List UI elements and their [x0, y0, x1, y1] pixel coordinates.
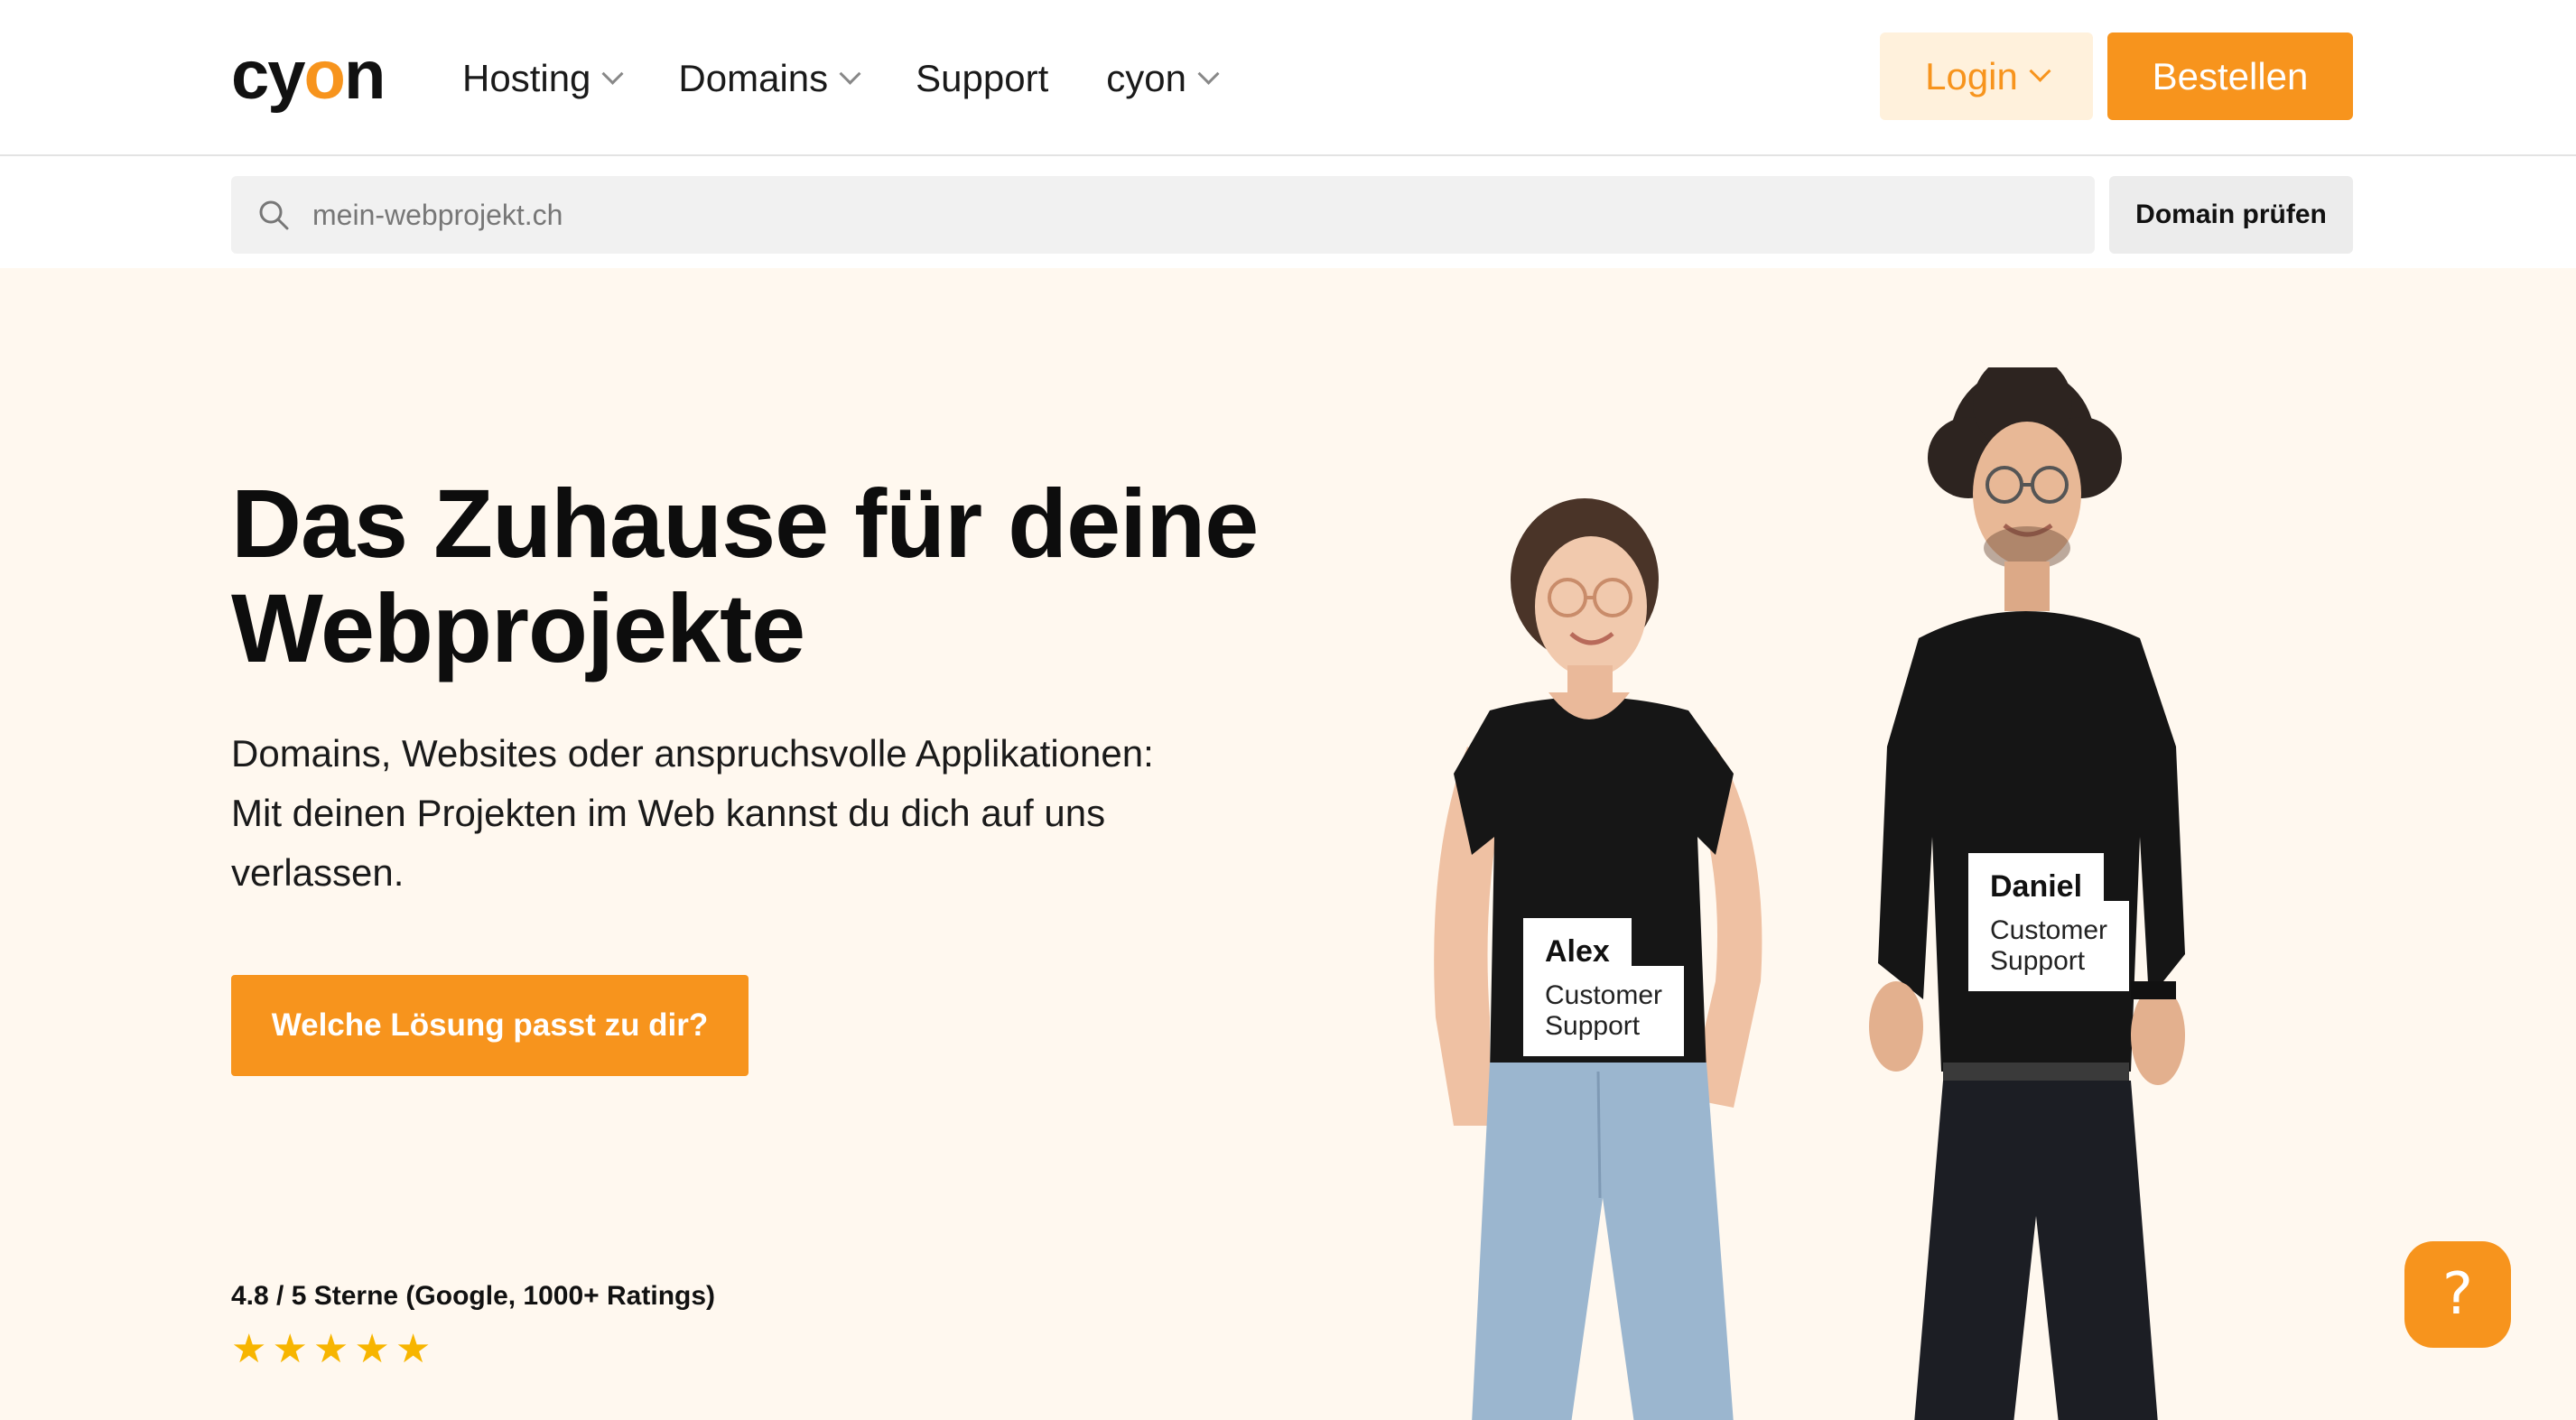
- login-label: Login: [1925, 54, 2018, 97]
- rating-stars: ★ ★ ★ ★ ★: [231, 1330, 431, 1369]
- nav-item-cyon[interactable]: cyon: [1106, 50, 1220, 107]
- help-button[interactable]: ?: [2404, 1241, 2511, 1348]
- domain-search-bar: Domain prüfen: [0, 156, 2576, 268]
- person-role: Customer Support: [1523, 966, 1685, 1056]
- star-icon: ★: [231, 1327, 267, 1371]
- chevron-down-icon: [601, 62, 624, 85]
- chevron-down-icon: [839, 62, 861, 85]
- solution-finder-button[interactable]: Welche Lösung passt zu dir?: [231, 975, 749, 1076]
- login-button[interactable]: Login: [1880, 32, 2093, 120]
- site-header: cyon Hosting Domains Support cyon Login …: [0, 0, 2576, 156]
- nav-item-hosting[interactable]: Hosting: [462, 50, 624, 107]
- search-field-wrapper[interactable]: [231, 176, 2095, 254]
- check-domain-label: Domain prüfen: [2135, 200, 2327, 229]
- nav-label: Support: [916, 57, 1049, 99]
- nav-item-support[interactable]: Support: [916, 50, 1048, 107]
- rating-text: 4.8 / 5 Sterne (Google, 1000+ Ratings): [231, 1281, 716, 1311]
- nav-item-domains[interactable]: Domains: [678, 50, 861, 107]
- logo-text: cyon: [231, 36, 386, 114]
- person-role: Customer Support: [1968, 901, 2130, 991]
- cta-label: Welche Lösung passt zu dir?: [271, 1007, 709, 1043]
- nav-label: cyon: [1106, 57, 1186, 99]
- star-icon: ★: [272, 1327, 308, 1371]
- hero-title: Das Zuhause für deine Webprojekte: [231, 469, 1259, 682]
- hero-subtitle: Domains, Websites oder anspruchsvolle Ap…: [231, 732, 1154, 894]
- check-domain-button[interactable]: Domain prüfen: [2109, 176, 2353, 254]
- order-label: Bestellen: [2152, 54, 2309, 97]
- star-icon: ★: [395, 1327, 432, 1371]
- cyon-logo[interactable]: cyon: [231, 34, 386, 116]
- domain-search-input[interactable]: [311, 197, 2030, 233]
- main-nav: Hosting Domains Support cyon: [462, 50, 1274, 107]
- help-icon: ?: [2442, 1261, 2473, 1328]
- hero-section: Das Zuhause für deine Webprojekte Domain…: [0, 268, 2576, 1420]
- chevron-down-icon: [1197, 62, 1220, 85]
- star-icon: ★: [312, 1327, 349, 1371]
- chevron-down-icon: [2029, 60, 2051, 82]
- order-button[interactable]: Bestellen: [2107, 32, 2353, 120]
- nav-label: Domains: [678, 57, 829, 99]
- star-icon: ★: [354, 1327, 390, 1371]
- search-icon: [259, 200, 289, 230]
- nav-label: Hosting: [462, 57, 591, 99]
